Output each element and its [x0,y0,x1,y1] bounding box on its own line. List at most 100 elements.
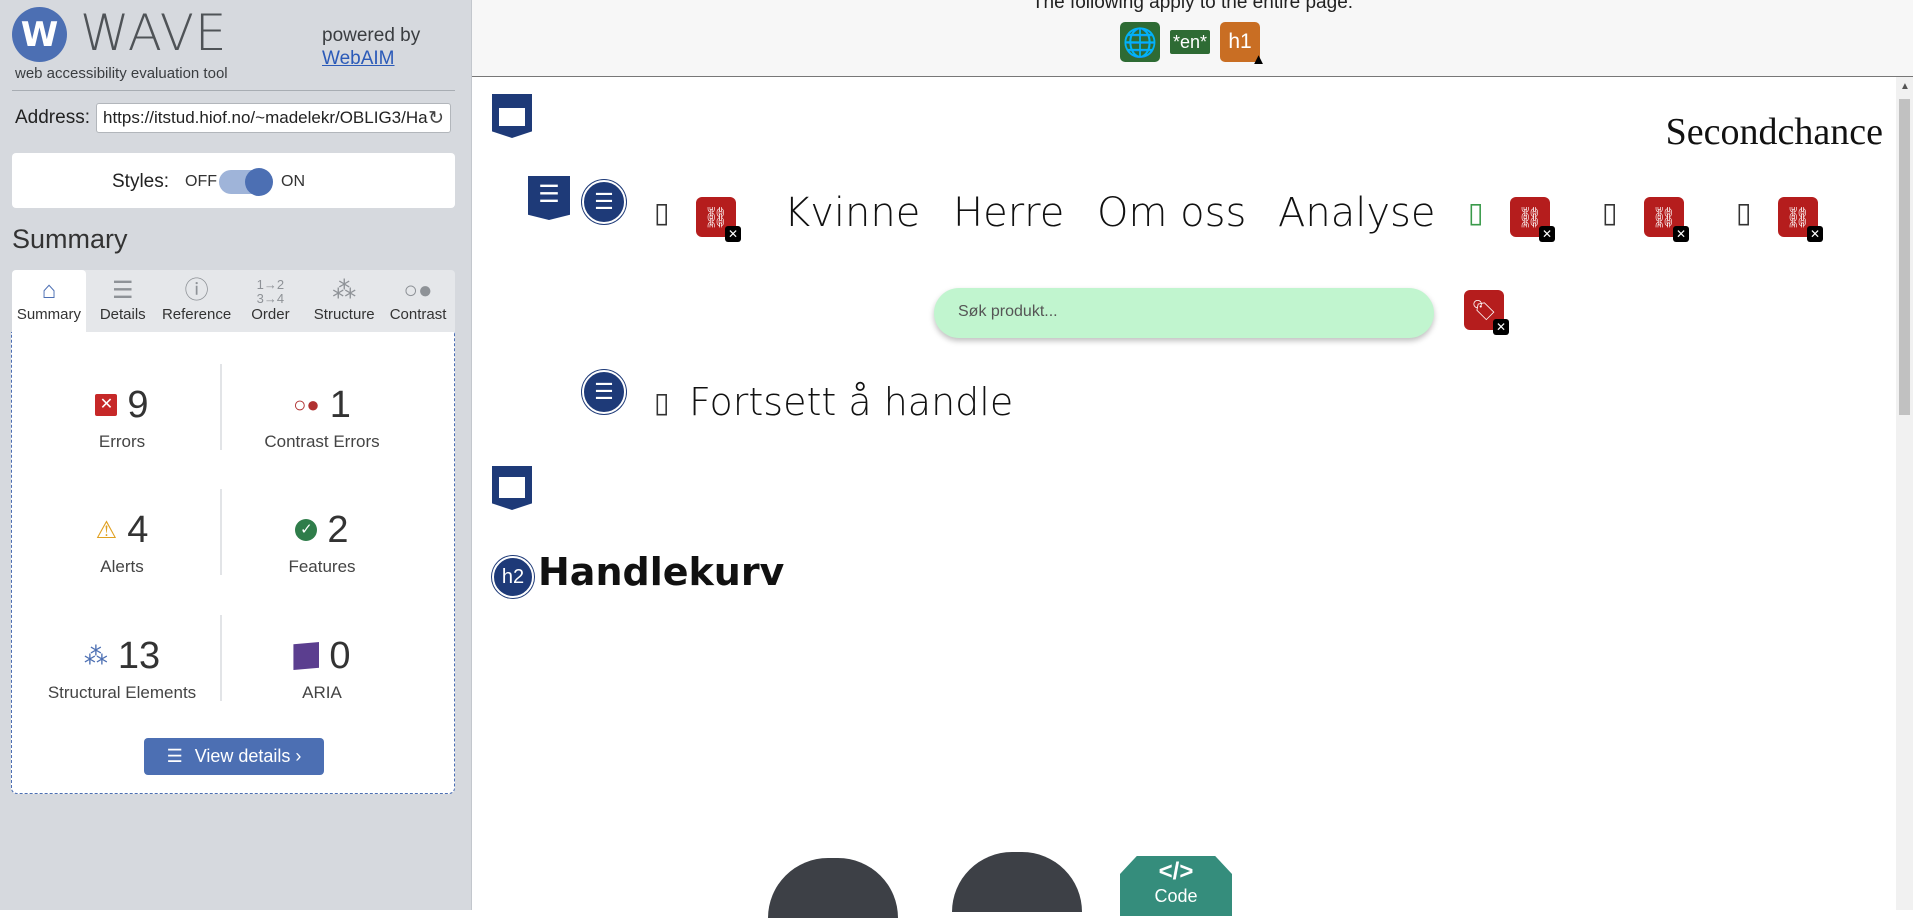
features-label: Features [288,557,356,576]
cart-heading: Handlekurv [538,550,785,594]
empty-link-error-icon[interactable]: ⛓ ✕ [696,197,741,242]
empty-link-error-icon[interactable]: ⛓ ✕ [1778,197,1823,242]
panel-tabs: ⌂ Summary ☰ Details ⓘ Reference 1→2 3→4 O… [12,270,455,332]
warning-icon: ▲ [1251,51,1267,68]
continue-shopping-link[interactable]: Fortsett å handle [689,380,1013,424]
alerts-stat[interactable]: ⚠ 4 Alerts [22,507,222,577]
missing-glyph-icon: ▯ [654,386,670,419]
contrast-icon: ○● [403,277,433,304]
webaim-link[interactable]: WebAIM [322,47,420,70]
list-icon[interactable]: ☰ [582,180,626,224]
navigation-icon[interactable]: ☰ [528,176,570,220]
styles-on-label: ON [281,173,305,190]
tab-label: Details [99,306,146,323]
contrast-error-icon: ○● [293,392,320,417]
tab-summary[interactable]: ⌂ Summary [12,270,86,332]
feature-check-icon: ✓ [295,519,318,541]
product-image [768,858,898,918]
missing-glyph-icon: ▯ [1468,196,1484,229]
tab-label: Reference [161,306,232,323]
errors-label: Errors [98,432,146,451]
tab-order[interactable]: 1→2 3→4 Order [233,270,307,332]
aria-stat[interactable]: 0 ARIA [222,633,422,703]
address-label: Address: [15,107,90,128]
wave-sidebar: W WAVE web accessibility evaluation tool… [0,0,472,910]
tab-label: Structure [313,306,375,323]
view-details-button[interactable]: ☰ View details › [144,738,324,775]
page-wide-icons-bar: The following apply to the entire page: … [472,0,1913,77]
language-feature-icon[interactable]: 🌐 [1120,22,1160,62]
contrast-errors-count: 1 [329,383,351,426]
features-stat[interactable]: ✓ 2 Features [222,507,422,577]
h1-badge-label: h1 [1228,30,1252,53]
language-badge[interactable]: *en* [1170,30,1211,54]
styles-toggle[interactable] [219,168,273,196]
nav-link-herre[interactable]: Herre [953,190,1064,236]
h1-alert-icon[interactable]: h1 ▲ [1220,22,1266,68]
aria-count: 0 [329,634,351,677]
header-region-icon[interactable] [492,94,532,138]
page-wide-note: The following apply to the entire page: [1031,0,1354,13]
contrast-errors-label: Contrast Errors [264,432,380,451]
tab-label: Contrast [389,306,447,323]
powered-by: powered by WebAIM [322,24,420,70]
view-details-label: View details › [194,746,302,766]
tab-reference[interactable]: ⓘ Reference [160,270,234,332]
structure-icon: ⁂ [332,277,357,304]
styles-label: Styles: [112,171,170,192]
structural-count: 13 [117,634,161,677]
contrast-errors-stat[interactable]: ○● 1 Contrast Errors [222,382,422,452]
empty-link-error-icon[interactable]: ⛓ ✕ [1510,197,1555,242]
structural-elements-stat[interactable]: ⁂ 13 Structural Elements [22,633,222,703]
tab-contrast[interactable]: ○● Contrast [381,270,455,332]
wave-tagline: web accessibility evaluation tool [15,65,228,82]
summary-panel: ✕ 9 Errors ○● 1 Contrast Errors ⚠ 4 Alerts … [11,332,455,794]
styles-off-label: OFF [185,173,217,190]
aria-label: ARIA [302,683,342,702]
main-region-icon[interactable] [492,466,532,510]
structural-label: Structural Elements [47,683,197,702]
scroll-up-icon[interactable]: ▲ [1900,81,1910,92]
missing-label-error-icon[interactable]: 🏷 ✕ [1464,290,1509,335]
errors-stat[interactable]: ✕ 9 Errors [22,382,222,452]
powered-by-label: powered by [322,25,421,46]
home-icon: ⌂ [41,277,57,304]
search-input[interactable]: Søk produkt... [934,288,1434,338]
missing-glyph-icon: ▯ [654,196,670,229]
tab-label: Order [251,306,290,323]
wave-logo-text: WAVE [80,4,228,62]
aria-icon [293,642,320,670]
nav-link-kvinne[interactable]: Kvinne [784,190,920,236]
code-feature-icon[interactable]: </> Code [1120,856,1232,916]
tab-details[interactable]: ☰ Details [86,270,160,332]
toggle-knob [245,168,273,196]
refresh-icon[interactable]: ↻ [428,107,444,130]
product-image [952,852,1082,912]
tab-label: Summary [16,306,81,323]
h2-structure-icon[interactable]: h2 [492,556,534,598]
brand-title: Secondchance [1665,111,1883,153]
alerts-label: Alerts [100,557,144,576]
address-value: https://itstud.hiof.no/~madelekr/OBLIG3/… [103,108,428,127]
list-icon: ☰ [166,746,183,766]
wave-logo-icon: W [12,7,67,62]
list-icon[interactable]: ☰ [582,370,626,414]
empty-link-error-icon[interactable]: ⛓ ✕ [1644,197,1689,242]
list-icon: ☰ [111,277,134,304]
info-icon: ⓘ [184,277,209,304]
address-input[interactable]: https://itstud.hiof.no/~madelekr/OBLIG3/… [96,103,451,133]
tab-structure[interactable]: ⁂ Structure [307,270,381,332]
features-count: 2 [327,508,349,551]
evaluated-page: The following apply to the entire page: … [472,0,1913,918]
alert-icon: ⚠ [95,516,118,544]
scroll-thumb[interactable] [1899,99,1910,415]
order-icon: 1→2 3→4 [256,277,285,306]
code-symbol: </> [1158,858,1194,885]
nav-link-om-oss[interactable]: Om oss [1097,190,1246,236]
nav-link-analyse[interactable]: Analyse [1278,190,1435,236]
missing-glyph-icon: ▯ [1736,196,1752,229]
errors-count: 9 [127,383,149,426]
page-scrollbar[interactable]: ▲ [1896,77,1913,910]
styles-toggle-card: Styles: OFF ON [12,153,455,208]
structure-icon: ⁂ [83,642,108,670]
